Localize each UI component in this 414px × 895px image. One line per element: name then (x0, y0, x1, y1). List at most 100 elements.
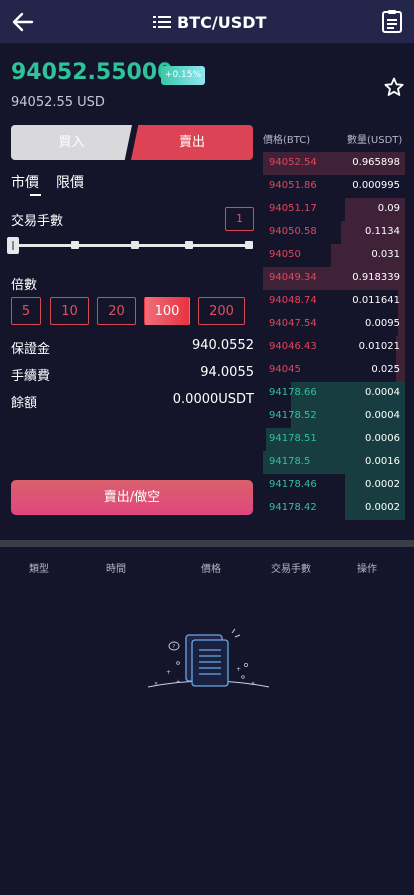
ask-price: 94050.58 (269, 226, 317, 237)
ask-qty: 0.011641 (352, 295, 400, 306)
ask-row[interactable]: 94046.43 0.01021 (263, 336, 405, 359)
page-title: BTC/USDT (177, 12, 267, 32)
bid-qty: 0.0004 (365, 410, 400, 421)
svg-text:+: + (166, 669, 171, 676)
bid-price: 94178.51 (269, 433, 317, 444)
svg-text:+: + (236, 666, 241, 673)
lots-input[interactable]: 1 (225, 207, 254, 231)
leverage-option-200[interactable]: 200 (198, 297, 245, 325)
section-divider (0, 540, 414, 547)
ask-price: 94052.54 (269, 157, 317, 168)
leverage-option-5[interactable]: 5 (11, 297, 41, 325)
header-bar: BTC/USDT (0, 0, 414, 43)
leverage-option-20[interactable]: 20 (97, 297, 136, 325)
star-icon[interactable] (384, 77, 404, 97)
svg-text:×: × (154, 681, 158, 687)
margin-label: 保證金 (11, 342, 51, 357)
ask-row[interactable]: 94049.34 0.918339 (263, 267, 405, 290)
ask-price: 94047.54 (269, 318, 317, 329)
margin-value: 940.0552 (191, 338, 254, 353)
sell-button[interactable]: 賣出 (131, 125, 253, 160)
ask-price: 94050 (269, 249, 301, 260)
margin-row: 保證金 940.0552 (11, 338, 254, 357)
ask-price: 94051.86 (269, 180, 317, 191)
ask-row[interactable]: 94052.54 0.965898 (263, 152, 405, 175)
leverage-option-10[interactable]: 10 (50, 297, 89, 325)
svg-text:×: × (251, 681, 255, 687)
pair-selector[interactable]: BTC/USDT (153, 10, 266, 34)
history-col-time: 時間 (106, 564, 126, 575)
ask-price: 94051.17 (269, 203, 317, 214)
ask-row[interactable]: 94051.17 0.09 (263, 198, 405, 221)
lots-label: 交易手數 (11, 214, 64, 229)
tab-limit[interactable]: 限價 (56, 172, 84, 192)
bid-row[interactable]: 94178.42 0.0002 (263, 497, 405, 520)
change-badge: +0.15% (161, 66, 205, 85)
bid-price: 94178.66 (269, 387, 317, 398)
ask-qty: 0.965898 (352, 157, 400, 168)
ask-row[interactable]: 94050 0.031 (263, 244, 405, 267)
ask-qty: 0.025 (371, 364, 400, 375)
bid-row[interactable]: 94178.5 0.0016 (263, 451, 405, 474)
empty-document-icon: ? + + × × + (147, 628, 270, 688)
ask-qty: 0.09 (377, 203, 400, 214)
svg-text:?: ? (173, 644, 176, 650)
history-col-type: 類型 (29, 564, 49, 575)
list-icon (153, 16, 171, 28)
ask-row[interactable]: 94045 0.025 (263, 359, 405, 382)
fee-value: 94.0055 (200, 365, 254, 380)
slider-tick[interactable] (131, 241, 139, 249)
lots-slider-handle[interactable] (7, 237, 19, 254)
orderbook-price-header: 價格(BTC) (263, 135, 311, 146)
ask-row[interactable]: 94051.86 0.000995 (263, 175, 405, 198)
last-price: 94052.55000 (11, 60, 173, 85)
slider-tick[interactable] (185, 241, 193, 249)
tab-market[interactable]: 市價 (11, 172, 39, 192)
bid-price: 94178.5 (269, 456, 311, 467)
bid-row[interactable]: 94178.52 0.0004 (263, 405, 405, 428)
bid-qty: 0.0002 (365, 502, 400, 513)
bid-row[interactable]: 94178.51 0.0006 (263, 428, 405, 451)
bid-price: 94178.52 (269, 410, 317, 421)
bid-price: 94178.42 (269, 502, 317, 513)
ask-qty: 0.918339 (352, 272, 400, 283)
history-col-price: 價格 (201, 564, 221, 575)
leverage-label: 倍數 (11, 278, 38, 293)
bid-qty: 0.0006 (365, 433, 400, 444)
fee-row: 手續費 94.0055 (11, 365, 254, 384)
ask-qty: 0.01021 (358, 341, 400, 352)
ask-row[interactable]: 94047.54 0.0095 (263, 313, 405, 336)
history-col-lots: 交易手數 (271, 564, 311, 575)
ask-price: 94049.34 (269, 272, 317, 283)
usd-price: 94052.55 USD (11, 95, 105, 110)
bid-price: 94178.46 (269, 479, 317, 490)
balance-value: 0.0000USDT (172, 392, 254, 407)
ask-qty: 0.1134 (365, 226, 400, 237)
ask-price: 94045 (269, 364, 301, 375)
ask-qty: 0.031 (371, 249, 400, 260)
balance-row: 餘額 0.0000USDT (11, 392, 254, 411)
bid-row[interactable]: 94178.66 0.0004 (263, 382, 405, 405)
slider-tick[interactable] (71, 241, 79, 249)
sell-short-button[interactable]: 賣出/做空 (11, 480, 253, 515)
buy-button[interactable]: 買入 (11, 125, 132, 160)
ask-price: 94046.43 (269, 341, 317, 352)
bid-row[interactable]: 94178.46 0.0002 (263, 474, 405, 497)
ask-price: 94048.74 (269, 295, 317, 306)
active-tab-indicator (30, 194, 41, 196)
ask-row[interactable]: 94048.74 0.011641 (263, 290, 405, 313)
fee-label: 手續費 (11, 369, 51, 384)
slider-tick[interactable] (245, 241, 253, 249)
bid-qty: 0.0004 (365, 387, 400, 398)
clipboard-icon[interactable] (381, 9, 403, 33)
ask-row[interactable]: 94050.58 0.1134 (263, 221, 405, 244)
svg-text:+: + (176, 679, 180, 685)
back-arrow-icon[interactable] (10, 9, 36, 35)
balance-label: 餘額 (11, 396, 38, 411)
ask-qty: 0.0095 (365, 318, 400, 329)
orderbook-qty-header: 數量(USDT) (347, 135, 403, 146)
bid-qty: 0.0002 (365, 479, 400, 490)
ask-qty: 0.000995 (352, 180, 400, 191)
leverage-option-100[interactable]: 100 (144, 297, 190, 325)
history-col-action: 操作 (357, 564, 377, 575)
